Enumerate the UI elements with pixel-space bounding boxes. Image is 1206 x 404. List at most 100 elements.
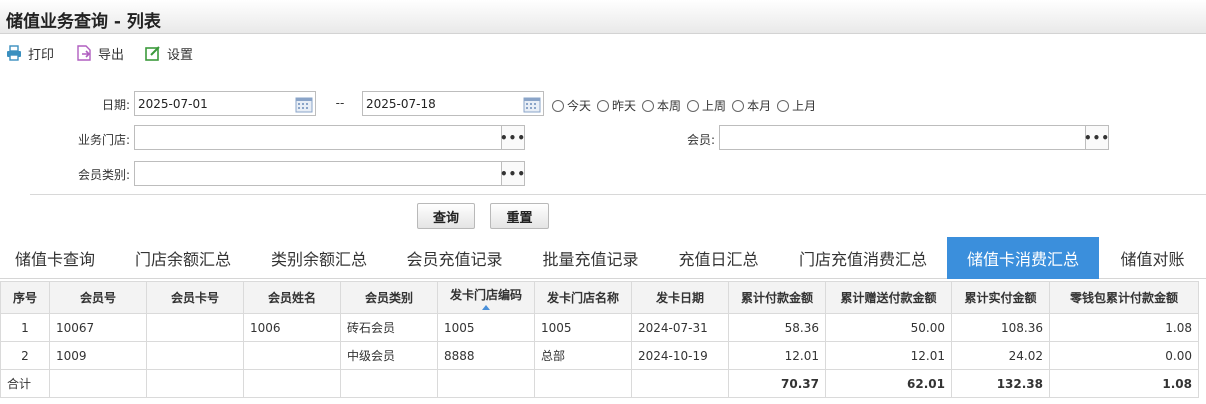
table-row[interactable]: 2 1009 中级会员 8888 总部 2024-10-19 12.01 12.…	[0, 341, 1199, 370]
radio-label: 本月	[747, 99, 772, 113]
summary-table: 序号 会员号 会员卡号 会员姓名 会员类别 发卡门店编码 发卡门店名称 发卡日期…	[0, 281, 1199, 398]
table-cell: 1	[0, 313, 50, 342]
table-cell	[243, 369, 341, 398]
calendar-icon[interactable]	[295, 95, 313, 113]
settings-button[interactable]: 设置	[145, 43, 193, 63]
tab-card-query[interactable]: 储值卡查询	[0, 237, 110, 279]
store-field[interactable]: •••	[134, 125, 525, 150]
table-cell: 2024-07-31	[631, 313, 729, 342]
table-cell: 62.01	[825, 369, 952, 398]
table-cell: 中级会员	[340, 341, 438, 370]
column-header[interactable]: 序号	[0, 281, 50, 314]
edit-icon	[145, 46, 160, 61]
table-cell: 1009	[49, 341, 147, 370]
tab-daily-recharge[interactable]: 充值日汇总	[658, 237, 779, 279]
sort-ascending-icon	[482, 304, 490, 310]
radio-today[interactable]: 今天	[552, 97, 591, 114]
export-label: 导出	[98, 47, 125, 63]
title-bar: 储值业务查询 - 列表	[0, 0, 1206, 34]
column-header[interactable]: 会员号	[49, 281, 147, 314]
radio-label: 上周	[702, 99, 727, 113]
member-type-picker-button[interactable]: •••	[500, 162, 525, 185]
table-cell: 1.08	[1049, 313, 1199, 342]
member-type-field[interactable]: •••	[134, 161, 525, 186]
radio-circle[interactable]	[552, 99, 564, 112]
table-row[interactable]: 1 10067 1006 砖石会员 1005 1005 2024-07-31 5…	[0, 313, 1199, 342]
radio-this-month[interactable]: 本月	[732, 97, 771, 114]
radio-circle[interactable]	[777, 99, 790, 112]
export-icon	[77, 45, 91, 61]
radio-label: 今天	[567, 99, 592, 113]
reset-button[interactable]: 重置	[490, 203, 549, 229]
table-cell	[631, 369, 729, 398]
tab-type-balance[interactable]: 类别余额汇总	[252, 237, 386, 279]
table-cell	[534, 369, 632, 398]
radio-last-week[interactable]: 上周	[687, 97, 726, 114]
query-button[interactable]: 查询	[417, 203, 475, 229]
table-cell: 50.00	[825, 313, 952, 342]
divider	[30, 194, 1206, 195]
date-from-value: 2025-07-01	[138, 97, 208, 111]
date-label: 日期:	[101, 98, 130, 112]
date-to-field[interactable]: 2025-07-18	[362, 91, 544, 116]
table-cell: 12.01	[728, 341, 826, 370]
member-type-label: 会员类别:	[77, 168, 130, 182]
print-label: 打印	[28, 47, 55, 63]
table-cell: 0.00	[1049, 341, 1199, 370]
column-header[interactable]: 会员姓名	[243, 281, 341, 314]
settings-label: 设置	[167, 47, 194, 63]
column-header[interactable]: 累计实付金额	[951, 281, 1050, 314]
table-cell	[146, 369, 244, 398]
column-header[interactable]: 发卡日期	[631, 281, 729, 314]
calendar-icon[interactable]	[523, 95, 541, 113]
tab-store-balance[interactable]: 门店余额汇总	[114, 237, 252, 279]
table-cell	[243, 341, 341, 370]
tab-recharge-records[interactable]: 会员充值记录	[386, 237, 523, 279]
column-header[interactable]: 累计付款金额	[728, 281, 826, 314]
table-cell	[49, 369, 147, 398]
table-cell: 10067	[49, 313, 147, 342]
tab-store-recharge-consume[interactable]: 门店充值消费汇总	[779, 237, 947, 279]
table-cell: 24.02	[951, 341, 1050, 370]
radio-circle[interactable]	[597, 99, 610, 112]
store-picker-button[interactable]: •••	[500, 126, 525, 149]
store-label: 业务门店:	[77, 133, 130, 147]
date-from-field[interactable]: 2025-07-01	[134, 91, 316, 116]
column-header[interactable]: 累计赠送付款金额	[825, 281, 952, 314]
table-cell: 1006	[243, 313, 341, 342]
radio-yesterday[interactable]: 昨天	[597, 97, 636, 114]
radio-circle[interactable]	[642, 99, 655, 112]
radio-circle[interactable]	[687, 99, 700, 112]
member-picker-button[interactable]: •••	[1084, 126, 1109, 149]
toolbar: 打印 导出 设置	[0, 34, 1206, 72]
column-header[interactable]: 发卡门店名称	[534, 281, 632, 314]
tab-reconciliation[interactable]: 储值对账	[1099, 237, 1206, 279]
table-cell: 1005	[534, 313, 632, 342]
table-cell: 1.08	[1049, 369, 1199, 398]
radio-label: 上月	[792, 99, 817, 113]
column-header-sorted[interactable]: 发卡门店编码	[437, 281, 535, 314]
member-field[interactable]: •••	[719, 125, 1109, 150]
export-button[interactable]: 导出	[76, 43, 124, 63]
radio-circle[interactable]	[732, 99, 745, 112]
radio-this-week[interactable]: 本周	[642, 97, 681, 114]
table-cell: 58.36	[728, 313, 826, 342]
column-header[interactable]: 会员类别	[340, 281, 438, 314]
tab-batch-recharge[interactable]: 批量充值记录	[523, 237, 658, 279]
print-button[interactable]: 打印	[6, 43, 54, 63]
tab-card-consume-summary[interactable]: 储值卡消费汇总	[947, 237, 1099, 279]
table-cell: 总部	[534, 341, 632, 370]
table-cell: 1005	[437, 313, 535, 342]
date-to-value: 2025-07-18	[366, 97, 436, 111]
table-header-row: 序号 会员号 会员卡号 会员姓名 会员类别 发卡门店编码 发卡门店名称 发卡日期…	[0, 281, 1199, 314]
radio-last-month[interactable]: 上月	[777, 97, 816, 114]
table-cell: 70.37	[728, 369, 826, 398]
column-header[interactable]: 零钱包累计付款金额	[1049, 281, 1199, 314]
quick-date-options: 今天 昨天 本周 上周 本月 上月	[552, 97, 822, 114]
column-header[interactable]: 会员卡号	[146, 281, 244, 314]
radio-label: 昨天	[612, 99, 637, 113]
table-cell	[146, 313, 244, 342]
table-cell: 合计	[0, 369, 50, 398]
table-cell	[437, 369, 535, 398]
table-cell: 12.01	[825, 341, 952, 370]
